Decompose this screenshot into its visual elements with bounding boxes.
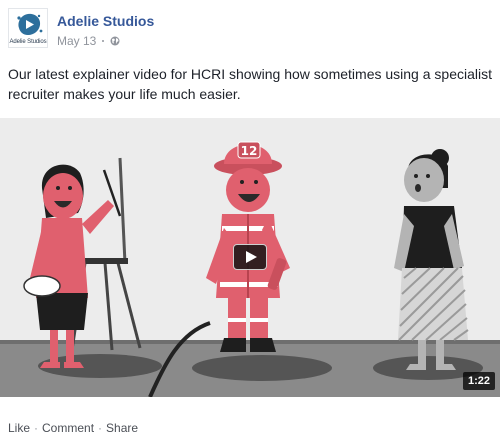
post-actions: Like · Comment · Share xyxy=(8,421,138,435)
video-duration: 1:22 xyxy=(462,372,495,390)
play-icon[interactable] xyxy=(233,244,267,270)
globe-icon[interactable] xyxy=(110,36,120,46)
post-header: Adelie Studios Adelie Studios May 13 xyxy=(8,8,488,50)
action-separator: · xyxy=(34,421,39,435)
meta-separator-dot xyxy=(102,40,105,42)
video-player[interactable]: 12 1:22 xyxy=(0,118,500,397)
page-name-link[interactable]: Adelie Studios xyxy=(57,13,154,29)
helmet-number: 12 xyxy=(241,144,258,158)
post-message: Our latest explainer video for HCRI show… xyxy=(8,66,492,102)
post-date[interactable]: May 13 xyxy=(57,34,96,48)
like-button[interactable]: Like xyxy=(8,421,30,435)
comment-button[interactable]: Comment xyxy=(42,421,94,435)
action-separator: · xyxy=(98,421,103,435)
avatar-logo-text: Adelie Studios xyxy=(9,39,47,45)
facebook-post: Adelie Studios Adelie Studios May 13 Our… xyxy=(0,0,500,445)
share-button[interactable]: Share xyxy=(106,421,138,435)
adelie-logo-icon xyxy=(17,13,43,35)
page-avatar[interactable]: Adelie Studios xyxy=(8,8,48,48)
post-meta: May 13 xyxy=(57,34,120,48)
